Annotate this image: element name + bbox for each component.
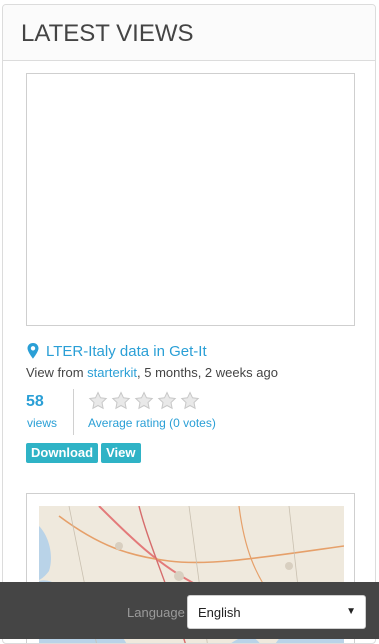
- views-label: views: [27, 416, 58, 430]
- language-label: Language: [127, 605, 185, 620]
- star-icon[interactable]: [88, 391, 108, 411]
- latest-views-panel: LATEST VIEWS LTER-Italy data in Get-It V…: [2, 4, 376, 644]
- language-select[interactable]: English ▼: [187, 595, 366, 629]
- map-marker-icon: [27, 343, 39, 359]
- star-icon[interactable]: [134, 391, 154, 411]
- footer-bar: Language English ▼: [0, 582, 379, 639]
- views-count: 58: [26, 393, 44, 410]
- panel-title: LATEST VIEWS: [21, 20, 194, 47]
- average-rating-label[interactable]: Average rating (0 votes): [88, 416, 216, 430]
- panel-header: LATEST VIEWS: [3, 5, 375, 61]
- view-from-prefix: View from: [26, 365, 88, 380]
- stats-divider: [73, 389, 74, 435]
- rating-stars[interactable]: [88, 391, 200, 411]
- resource-thumbnail[interactable]: [26, 73, 355, 326]
- resource-title-row: LTER-Italy data in Get-It: [26, 341, 207, 361]
- caret-down-icon: ▼: [346, 606, 356, 617]
- star-icon[interactable]: [111, 391, 131, 411]
- time-ago: , 5 months, 2 weeks ago: [137, 365, 278, 380]
- download-button[interactable]: Download: [26, 443, 99, 463]
- star-icon[interactable]: [180, 391, 200, 411]
- view-button[interactable]: View: [101, 443, 141, 463]
- language-selected-value: English: [198, 605, 241, 620]
- star-icon[interactable]: [157, 391, 177, 411]
- resource-actions: Download View: [26, 443, 141, 463]
- view-from-line: View from starterkit, 5 months, 2 weeks …: [26, 365, 278, 380]
- owner-link[interactable]: starterkit: [87, 365, 137, 380]
- resource-title-link[interactable]: LTER-Italy data in Get-It: [46, 343, 207, 360]
